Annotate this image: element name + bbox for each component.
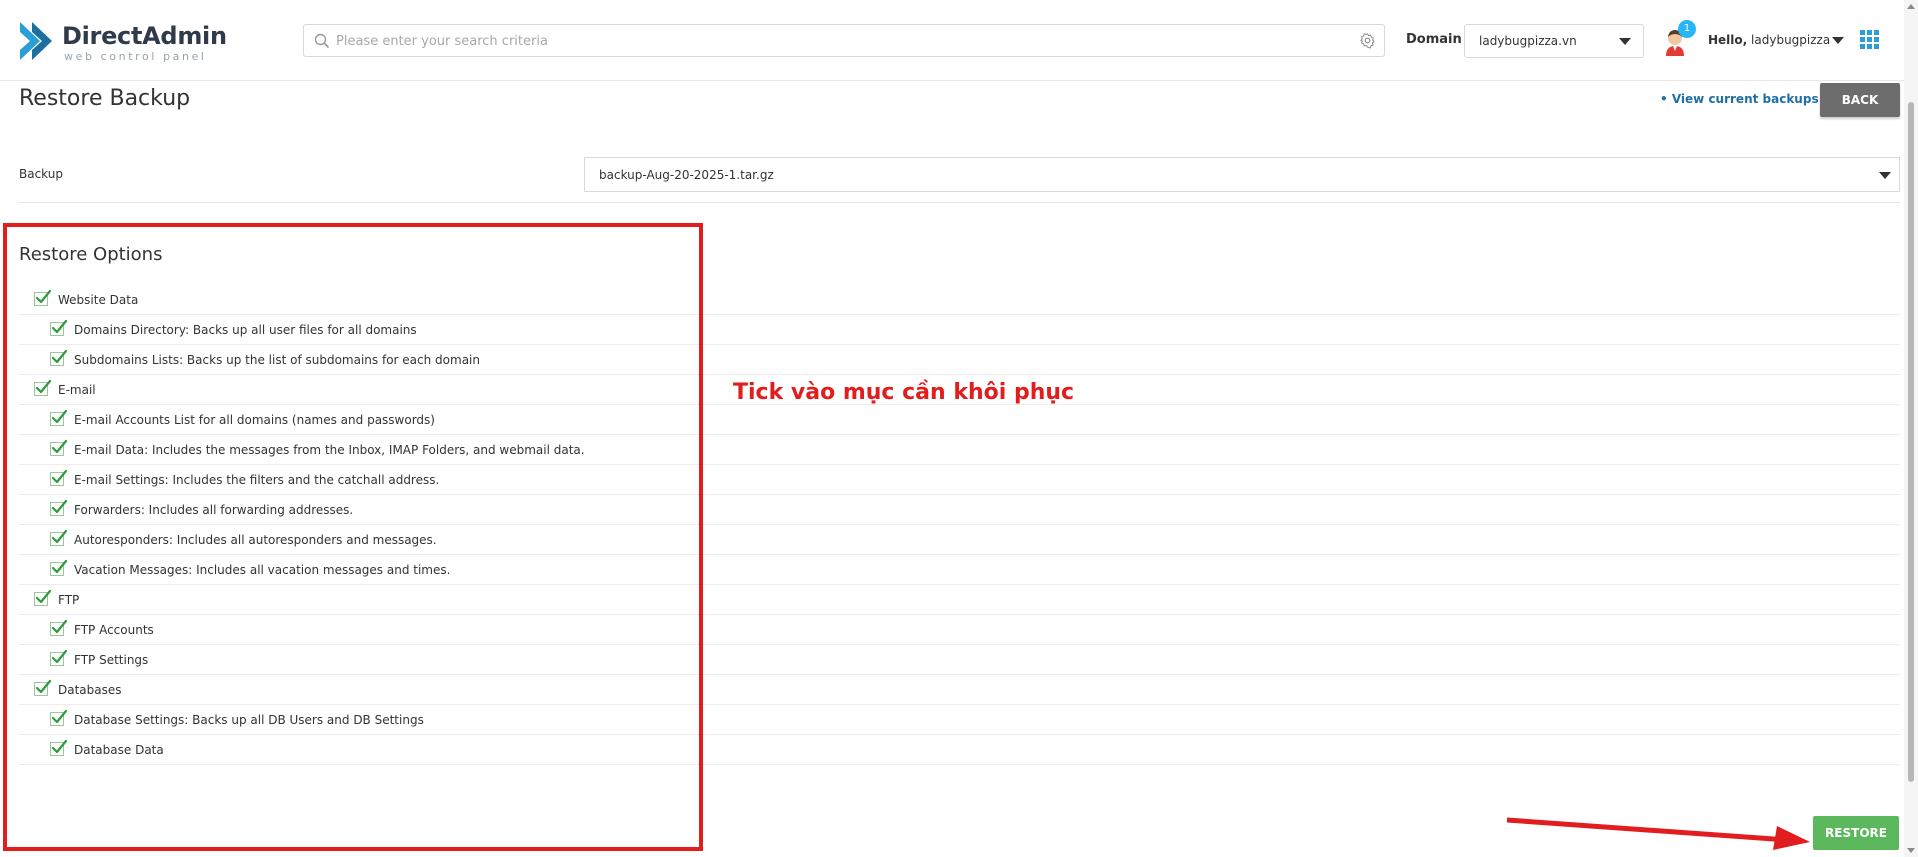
option-checkbox[interactable] — [50, 739, 68, 756]
option-label: Database Settings: Backs up all DB Users… — [74, 713, 424, 727]
checkmark-icon — [51, 559, 68, 574]
option-row[interactable]: E-mail Accounts List for all domains (na… — [19, 405, 1900, 435]
option-row[interactable]: FTP Settings — [19, 645, 1900, 675]
search-box — [303, 24, 1385, 57]
chevron-down-icon — [1619, 38, 1631, 45]
option-row[interactable]: Subdomains Lists: Backs up the list of s… — [19, 345, 1900, 375]
view-current-backups-link[interactable]: • View current backups — [1660, 92, 1819, 106]
option-label: E-mail Data: Includes the messages from … — [74, 443, 585, 457]
option-checkbox[interactable] — [50, 319, 68, 336]
domain-select[interactable]: ladybugpizza.vn — [1464, 24, 1644, 58]
scrollbar-thumb[interactable] — [1908, 102, 1914, 782]
option-checkbox[interactable] — [34, 589, 52, 606]
option-row[interactable]: Database Settings: Backs up all DB Users… — [19, 705, 1900, 735]
option-group-row[interactable]: FTP — [19, 585, 1900, 615]
brand-subtitle: web control panel — [64, 50, 207, 63]
search-input[interactable] — [334, 26, 1338, 57]
top-header: DirectAdmin web control panel Domain lad… — [0, 0, 1918, 81]
option-checkbox[interactable] — [50, 409, 68, 426]
checkmark-icon — [51, 709, 68, 724]
checkmark-icon — [51, 319, 68, 334]
backup-selected-value: backup-Aug-20-2025-1.tar.gz — [599, 168, 774, 182]
scrollbar[interactable] — [1904, 0, 1918, 857]
option-checkbox[interactable] — [50, 499, 68, 516]
option-label: E-mail — [58, 383, 96, 397]
checkmark-icon — [51, 499, 68, 514]
divider — [19, 202, 1900, 203]
logo-mark-icon — [20, 22, 52, 60]
option-checkbox[interactable] — [50, 559, 68, 576]
option-checkbox[interactable] — [34, 679, 52, 696]
scroll-up-icon[interactable] — [1907, 4, 1915, 9]
checkmark-icon — [35, 589, 52, 604]
user-menu-chevron-icon[interactable] — [1832, 37, 1844, 44]
checkmark-icon — [35, 289, 52, 304]
option-checkbox[interactable] — [50, 649, 68, 666]
option-label: FTP Settings — [74, 653, 149, 667]
option-label: FTP Accounts — [74, 623, 154, 637]
option-row[interactable]: Vacation Messages: Includes all vacation… — [19, 555, 1900, 585]
option-checkbox[interactable] — [34, 379, 52, 396]
checkmark-icon — [51, 619, 68, 634]
option-checkbox[interactable] — [34, 289, 52, 306]
checkmark-icon — [51, 529, 68, 544]
restore-button[interactable]: RESTORE — [1813, 816, 1899, 850]
checkmark-icon — [51, 439, 68, 454]
checkmark-icon — [51, 469, 68, 484]
option-checkbox[interactable] — [50, 349, 68, 366]
checkmark-icon — [51, 409, 68, 424]
checkmark-icon — [51, 739, 68, 754]
option-row[interactable]: E-mail Settings: Includes the filters an… — [19, 465, 1900, 495]
page-title: Restore Backup — [19, 86, 191, 111]
option-label: FTP — [58, 593, 80, 607]
directadmin-logo[interactable]: DirectAdmin web control panel — [18, 20, 227, 64]
backup-label: Backup — [19, 167, 63, 181]
domain-label: Domain — [1406, 32, 1462, 47]
option-checkbox[interactable] — [50, 529, 68, 546]
restore-options-title: Restore Options — [19, 244, 163, 265]
user-greeting[interactable]: Hello, ladybugpizza — [1708, 33, 1830, 47]
scroll-down-icon[interactable] — [1907, 848, 1915, 853]
option-group-row[interactable]: Databases — [19, 675, 1900, 705]
option-label: Database Data — [74, 743, 164, 757]
option-label: Vacation Messages: Includes all vacation… — [74, 563, 451, 577]
option-label: Domains Directory: Backs up all user fil… — [74, 323, 417, 337]
option-row[interactable]: Forwarders: Includes all forwarding addr… — [19, 495, 1900, 525]
option-row[interactable]: Database Data — [19, 735, 1900, 765]
option-label: E-mail Accounts List for all domains (na… — [74, 413, 435, 427]
checkmark-icon — [51, 349, 68, 364]
notification-badge[interactable]: 1 — [1678, 20, 1696, 38]
username: ladybugpizza — [1751, 33, 1831, 47]
option-row[interactable]: FTP Accounts — [19, 615, 1900, 645]
checkmark-icon — [35, 679, 52, 694]
gear-icon[interactable] — [1359, 32, 1376, 49]
back-button[interactable]: BACK — [1820, 83, 1900, 117]
chevron-down-icon — [1879, 172, 1891, 179]
checkmark-icon — [35, 379, 52, 394]
search-icon — [314, 33, 330, 49]
option-label: E-mail Settings: Includes the filters an… — [74, 473, 440, 487]
domain-selected-value: ladybugpizza.vn — [1479, 34, 1577, 48]
annotation-note: Tick vào mục cần khôi phục — [733, 380, 1075, 405]
option-row[interactable]: Autoresponders: Includes all autorespond… — [19, 525, 1900, 555]
option-row[interactable]: E-mail Data: Includes the messages from … — [19, 435, 1900, 465]
option-label: Autoresponders: Includes all autorespond… — [74, 533, 437, 547]
option-checkbox[interactable] — [50, 619, 68, 636]
brand-title: DirectAdmin — [62, 22, 227, 50]
annotation-arrow-icon — [1506, 817, 1810, 850]
greeting-text: Hello, — [1708, 33, 1748, 47]
option-label: Website Data — [58, 293, 139, 307]
option-row[interactable]: Domains Directory: Backs up all user fil… — [19, 315, 1900, 345]
option-checkbox[interactable] — [50, 709, 68, 726]
option-group-row[interactable]: Website Data — [19, 285, 1900, 315]
apps-grid-icon[interactable] — [1860, 30, 1880, 50]
option-label: Subdomains Lists: Backs up the list of s… — [74, 353, 480, 367]
option-checkbox[interactable] — [50, 469, 68, 486]
option-label: Forwarders: Includes all forwarding addr… — [74, 503, 354, 517]
option-checkbox[interactable] — [50, 439, 68, 456]
checkmark-icon — [51, 649, 68, 664]
option-label: Databases — [58, 683, 122, 697]
backup-select[interactable]: backup-Aug-20-2025-1.tar.gz — [584, 157, 1900, 192]
